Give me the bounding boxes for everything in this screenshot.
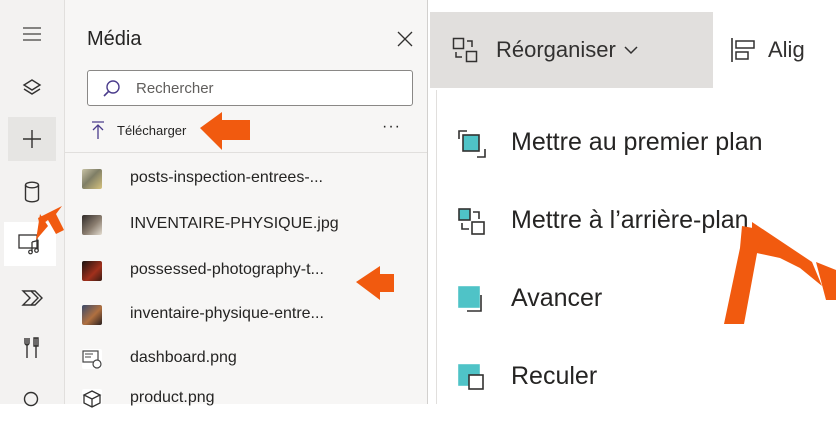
annotation-arrow-upload (200, 112, 250, 150)
annotation-overlay (36, 112, 836, 324)
annotation-arrow-file (356, 266, 394, 300)
